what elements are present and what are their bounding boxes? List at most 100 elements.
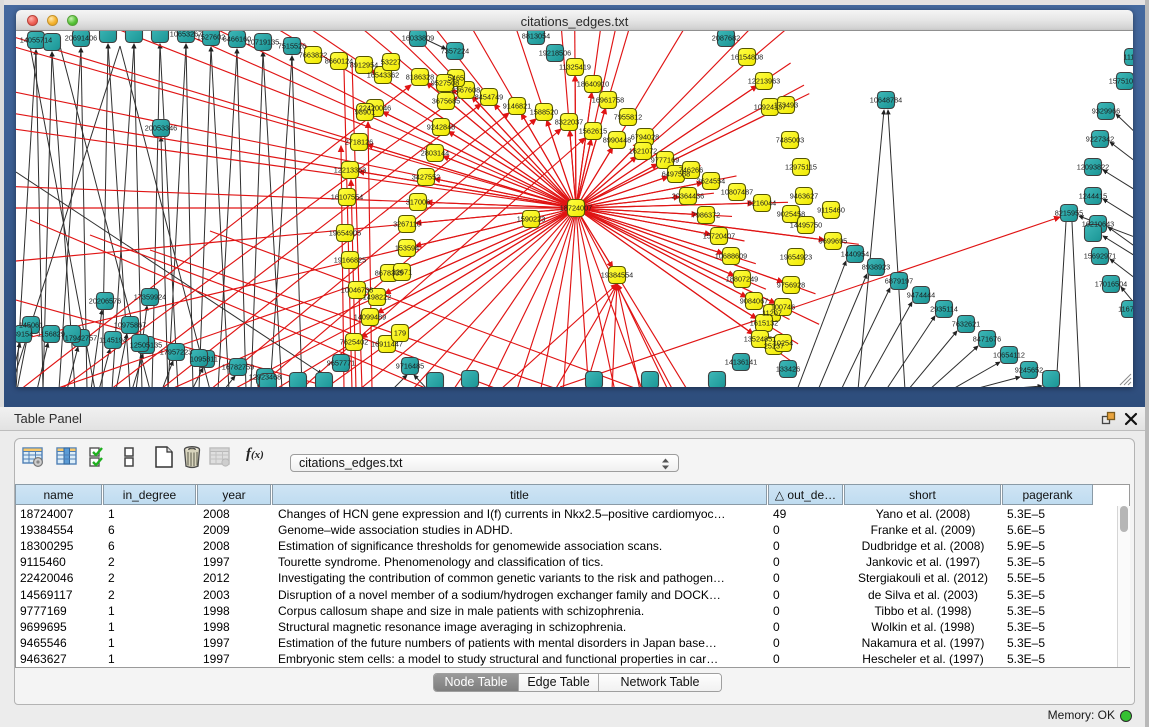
svg-text:8322037: 8322037 bbox=[555, 118, 583, 127]
svg-text:2935114: 2935114 bbox=[930, 305, 958, 314]
svg-text:12505135: 12505135 bbox=[130, 341, 162, 350]
svg-text:14099489: 14099489 bbox=[354, 313, 386, 322]
svg-text:9245652: 9245652 bbox=[1015, 366, 1043, 375]
svg-text:1615132: 1615132 bbox=[750, 319, 778, 328]
svg-text:10688609: 10688609 bbox=[715, 252, 747, 261]
svg-text:7357224: 7357224 bbox=[441, 47, 469, 56]
svg-text:16107554: 16107554 bbox=[331, 193, 363, 202]
svg-text:8990448: 8990448 bbox=[603, 136, 631, 145]
svg-text:6879197: 6879197 bbox=[885, 277, 913, 286]
svg-text:6216044: 6216044 bbox=[748, 199, 776, 208]
svg-text:1621072: 1621072 bbox=[629, 147, 657, 156]
svg-text:179: 179 bbox=[394, 329, 406, 338]
svg-text:9084067: 9084067 bbox=[740, 297, 768, 306]
svg-text:8912954: 8912954 bbox=[350, 61, 378, 70]
svg-text:16154808: 16154808 bbox=[731, 53, 763, 62]
svg-text:16911447: 16911447 bbox=[371, 340, 403, 349]
svg-text:16782759: 16782759 bbox=[222, 363, 254, 372]
svg-text:8215955: 8215955 bbox=[1055, 209, 1083, 218]
svg-text:7663822: 7663822 bbox=[299, 51, 327, 60]
svg-text:18640910: 18640910 bbox=[577, 80, 609, 89]
svg-text:17957223: 17957223 bbox=[160, 348, 192, 357]
svg-text:10648784: 10648784 bbox=[870, 96, 902, 105]
svg-text:20691406: 20691406 bbox=[65, 34, 97, 43]
svg-text:116753: 116753 bbox=[1118, 305, 1133, 314]
svg-text:19654923: 19654923 bbox=[780, 253, 812, 262]
svg-text:1527602: 1527602 bbox=[197, 33, 225, 42]
svg-text:16543362: 16543362 bbox=[367, 71, 399, 80]
svg-text:9025458: 9025458 bbox=[777, 210, 805, 219]
svg-text:53227: 53227 bbox=[381, 58, 401, 67]
svg-text:9227342: 9227342 bbox=[1086, 135, 1114, 144]
svg-text:10807487: 10807487 bbox=[721, 188, 753, 197]
svg-text:19384554: 19384554 bbox=[601, 271, 633, 280]
svg-text:173493: 173493 bbox=[774, 101, 798, 110]
svg-text:12213963: 12213963 bbox=[748, 77, 780, 86]
svg-text:12975115: 12975115 bbox=[785, 163, 817, 172]
svg-text:12923468: 12923468 bbox=[249, 373, 281, 382]
svg-text:100746: 100746 bbox=[771, 303, 795, 312]
svg-text:7986372: 7986372 bbox=[692, 211, 720, 220]
svg-text:9699695: 9699695 bbox=[819, 237, 847, 246]
svg-text:32671: 32671 bbox=[392, 268, 412, 277]
svg-text:8813054: 8813054 bbox=[522, 32, 550, 41]
svg-text:9777169: 9777169 bbox=[651, 156, 679, 165]
svg-text:1590223: 1590223 bbox=[517, 215, 545, 224]
svg-text:11325419: 11325419 bbox=[559, 63, 591, 72]
svg-text:18807249: 18807249 bbox=[726, 275, 758, 284]
svg-text:9463627: 9463627 bbox=[790, 192, 818, 201]
svg-text:10975867: 10975867 bbox=[114, 321, 146, 330]
svg-text:1244415: 1244415 bbox=[1079, 192, 1107, 201]
svg-text:19654905: 19654905 bbox=[329, 229, 361, 238]
svg-text:3267110: 3267110 bbox=[393, 220, 421, 229]
svg-text:1440954: 1440954 bbox=[841, 250, 869, 259]
svg-text:10254: 10254 bbox=[773, 339, 793, 348]
svg-text:98901: 98901 bbox=[355, 108, 375, 117]
svg-text:8938923: 8938923 bbox=[862, 263, 890, 272]
svg-text:1588520: 1588520 bbox=[530, 108, 558, 117]
svg-text:1145194: 1145194 bbox=[99, 336, 127, 345]
svg-text:16210643: 16210643 bbox=[1082, 220, 1114, 229]
svg-text:1562615: 1562615 bbox=[579, 127, 607, 136]
svg-text:3427552: 3427552 bbox=[412, 173, 440, 182]
svg-text:18724007: 18724007 bbox=[560, 204, 592, 213]
svg-text:8186328: 8186328 bbox=[406, 73, 434, 82]
svg-text:9756928: 9756928 bbox=[777, 281, 805, 290]
svg-text:12093822: 12093822 bbox=[1077, 163, 1109, 172]
svg-text:11121: 11121 bbox=[1123, 53, 1133, 62]
svg-text:20206576: 20206576 bbox=[89, 297, 121, 306]
svg-text:15720407: 15720407 bbox=[703, 232, 735, 241]
svg-text:9657771: 9657771 bbox=[327, 359, 355, 368]
svg-text:7955812: 7955812 bbox=[614, 113, 642, 122]
svg-text:12213363: 12213363 bbox=[334, 166, 366, 175]
svg-text:3624554: 3624554 bbox=[697, 177, 725, 186]
svg-text:19166825: 19166825 bbox=[334, 256, 366, 265]
svg-text:2803144: 2803144 bbox=[421, 149, 449, 158]
svg-text:7515526: 7515526 bbox=[278, 42, 306, 51]
svg-text:7625402: 7625402 bbox=[340, 338, 368, 347]
svg-text:2718126: 2718126 bbox=[345, 138, 373, 147]
svg-text:9242848: 9242848 bbox=[427, 123, 455, 132]
svg-text:15692971: 15692971 bbox=[1084, 252, 1116, 261]
svg-text:7485003: 7485003 bbox=[776, 136, 804, 145]
svg-text:15751074: 15751074 bbox=[1109, 77, 1133, 86]
svg-text:145061: 145061 bbox=[19, 321, 43, 330]
svg-text:9474444: 9474444 bbox=[907, 291, 935, 300]
svg-text:17942757: 17942757 bbox=[65, 334, 97, 343]
svg-text:9115460: 9115460 bbox=[817, 206, 845, 215]
svg-text:1156829: 1156829 bbox=[37, 330, 65, 339]
svg-text:10719135: 10719135 bbox=[247, 38, 279, 47]
svg-text:20364436: 20364436 bbox=[672, 192, 704, 201]
svg-text:16961758: 16961758 bbox=[592, 96, 624, 105]
svg-text:9146821: 9146821 bbox=[503, 102, 531, 111]
svg-text:2087682: 2087682 bbox=[712, 34, 740, 43]
svg-text:1498222: 1498222 bbox=[363, 293, 391, 302]
svg-text:14136141: 14136141 bbox=[725, 358, 757, 367]
svg-text:6794028: 6794028 bbox=[631, 133, 659, 142]
svg-text:8471676: 8471676 bbox=[973, 335, 1001, 344]
svg-text:17016504: 17016504 bbox=[1095, 280, 1127, 289]
svg-text:7632621: 7632621 bbox=[952, 320, 980, 329]
svg-text:153594: 153594 bbox=[395, 244, 419, 253]
svg-text:20053346: 20053346 bbox=[145, 124, 177, 133]
svg-text:9329966: 9329966 bbox=[1092, 107, 1120, 116]
